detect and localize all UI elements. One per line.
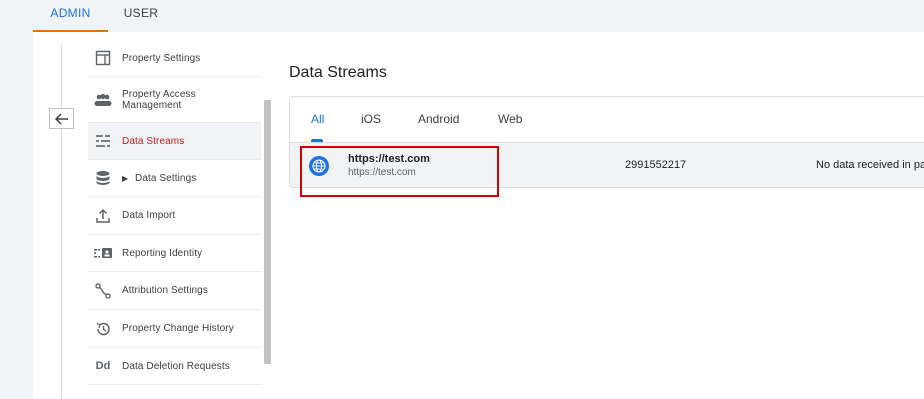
data-deletion-icon: Dd <box>95 360 111 372</box>
stream-status: No data received in pa <box>816 159 924 171</box>
reporting-identity-icon <box>94 244 112 262</box>
nav-item-attribution-settings[interactable]: Attribution Settings <box>88 272 261 310</box>
nav-label: Reporting Identity <box>122 247 203 259</box>
nav-label: Data Settings <box>135 172 197 184</box>
data-streams-icon <box>94 132 112 150</box>
nav-item-data-streams[interactable]: Data Streams <box>88 123 261 160</box>
nav-label: Attribution Settings <box>122 285 208 296</box>
nav-item-data-settings[interactable]: ▶ Data Settings <box>88 160 261 197</box>
nav-label: Data Streams <box>122 135 185 147</box>
people-icon <box>94 91 112 109</box>
upload-icon <box>94 207 112 225</box>
stream-id: 2991552217 <box>625 159 687 171</box>
tree-line <box>61 44 62 399</box>
arrow-left-icon <box>54 112 68 125</box>
nav-label: Property Settings <box>122 52 201 64</box>
nav-item-reporting-identity[interactable]: Reporting Identity <box>88 235 261 272</box>
nav-item-data-import[interactable]: Data Import <box>88 197 261 235</box>
database-icon <box>94 169 112 187</box>
tab-ios[interactable]: iOS <box>361 112 381 126</box>
tab-all[interactable]: All <box>311 112 324 126</box>
tab-android[interactable]: Android <box>418 112 459 126</box>
nav-item-property-change-history[interactable]: Property Change History <box>88 310 261 348</box>
nav-label: Property Access Management <box>122 88 196 111</box>
highlight-box <box>300 146 499 197</box>
page-title: Data Streams <box>289 64 387 81</box>
tab-admin[interactable]: ADMIN <box>33 0 108 32</box>
nav-item-data-deletion-requests[interactable]: Dd Data Deletion Requests <box>88 348 261 385</box>
sidebar-scrollbar[interactable] <box>264 100 271 364</box>
nav-item-property-access-management[interactable]: Property Access Management <box>88 77 261 123</box>
nav-label: Data Deletion Requests <box>122 360 230 372</box>
nav-label: Property Change History <box>122 323 234 334</box>
nav-item-property-settings[interactable]: Property Settings <box>88 40 261 77</box>
history-icon <box>94 320 112 338</box>
top-tab-bar: ADMIN USER <box>0 0 924 32</box>
caret-right-icon[interactable]: ▶ <box>122 174 128 183</box>
property-settings-icon <box>94 49 112 67</box>
nav-label: Data Import <box>122 210 176 221</box>
attribution-icon <box>94 282 112 300</box>
back-button[interactable] <box>49 108 74 129</box>
tab-user[interactable]: USER <box>112 0 170 32</box>
tab-web[interactable]: Web <box>498 112 522 126</box>
